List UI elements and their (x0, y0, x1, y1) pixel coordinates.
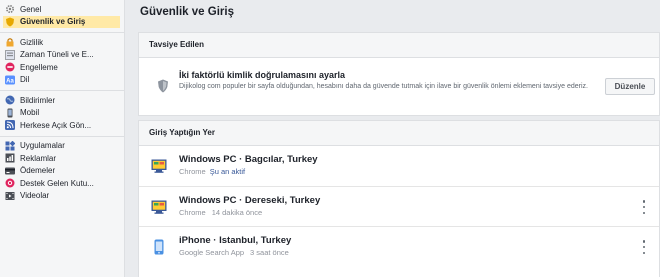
sidebar-item-label: Uygulamalar (20, 141, 65, 151)
sidebar-item-label: Dil (20, 75, 30, 85)
sidebar-item-privacy[interactable]: Gizlilik (0, 36, 124, 49)
main-content: Güvenlik ve Giriş Tavsiye Edilen İki fak… (138, 0, 660, 277)
session-device-location: Windows PC · Bagcılar, Turkey (179, 154, 318, 165)
session-active-status: Şu an aktif (209, 167, 246, 176)
sidebar-item-label: Genel (20, 4, 42, 14)
sidebar-item-general[interactable]: Genel (0, 3, 124, 16)
session-details: Chrome 14 dakika önce (179, 208, 262, 217)
session-time: 14 dakika önce (211, 208, 263, 217)
shield-icon (157, 79, 169, 93)
logins-card: Giriş Yaptığın Yer Windows PC · Bagcılar… (138, 120, 660, 277)
svg-text:Aa: Aa (6, 78, 14, 84)
logins-header: Giriş Yaptığın Yer (139, 121, 659, 146)
sidebar-item-payments[interactable]: Ödemeler (0, 165, 124, 178)
lock-icon (5, 37, 15, 47)
page-title: Güvenlik ve Giriş (140, 6, 234, 18)
sidebar-item-mobile[interactable]: Mobil (0, 107, 124, 120)
session-row[interactable]: Windows PC · Dereseki, Turkey Chrome 14 d… (139, 186, 659, 226)
edit-button[interactable]: Düzenle (605, 78, 655, 95)
sidebar-item-blocking[interactable]: Engelleme (0, 61, 124, 74)
sidebar-item-language[interactable]: Aa Dil (0, 74, 124, 87)
sidebar-item-label: Zaman Tüneli ve E... (20, 50, 94, 60)
desktop-icon (151, 199, 167, 215)
sidebar-item-label: Ödemeler (20, 166, 56, 176)
session-device-location: iPhone · Istanbul, Turkey (179, 235, 292, 246)
payments-icon (5, 166, 15, 176)
sidebar-item-label: Mobil (20, 108, 40, 118)
shield-icon (5, 17, 15, 27)
session-details: Chrome Şu an aktif (179, 167, 245, 176)
mobile-icon (5, 108, 15, 118)
gear-icon (5, 4, 15, 14)
sidebar-item-label: Destek Gelen Kutu... (20, 178, 94, 188)
sidebar-item-public-posts[interactable]: Herkese Açık Gön... (0, 119, 124, 132)
sidebar-group-notifications: Bildirimler Mobil Herkese Açık Gön... (0, 91, 124, 137)
two-factor-row: İki faktörlü kimlik doğrulamasını ayarla… (139, 58, 659, 116)
sidebar-item-label: Bildirimler (20, 95, 56, 105)
sidebar-group-privacy: Gizlilik Zaman Tüneli ve E... Engelleme … (0, 33, 124, 91)
sidebar-group-account: Genel Güvenlik ve Giriş (0, 0, 124, 33)
sidebar-item-support-inbox[interactable]: Destek Gelen Kutu... (0, 177, 124, 190)
timeline-icon (5, 49, 15, 60)
more-options-icon[interactable] (641, 240, 647, 254)
sidebar-item-label: Engelleme (20, 62, 58, 72)
session-app: Google Search App (179, 248, 245, 257)
sidebar-item-apps[interactable]: Uygulamalar (0, 140, 124, 153)
settings-sidebar: Genel Güvenlik ve Giriş Gizlilik Zaman T… (0, 0, 125, 277)
sidebar-group-apps: Uygulamalar Reklamlar Ödemeler Destek Ge… (0, 137, 124, 207)
recommended-card: Tavsiye Edilen İki faktörlü kimlik doğru… (138, 32, 660, 116)
globe-icon (5, 95, 15, 105)
two-factor-description: Dijikolog com populer bir sayfa olduğund… (179, 83, 588, 90)
ads-icon (5, 153, 15, 163)
session-app: Chrome (179, 208, 206, 217)
sidebar-item-label: Reklamlar (20, 153, 57, 163)
sidebar-item-label: Herkese Açık Gön... (20, 120, 92, 130)
sidebar-item-notifications[interactable]: Bildirimler (0, 94, 124, 107)
session-app: Chrome (179, 167, 206, 176)
sidebar-item-label: Gizlilik (20, 37, 44, 47)
two-factor-title: İki faktörlü kimlik doğrulamasını ayarla (179, 70, 346, 80)
session-time: 3 saat önce (250, 248, 289, 257)
apps-icon (5, 140, 15, 151)
session-row[interactable]: iPhone · Istanbul, Turkey Google Search … (139, 226, 659, 266)
sidebar-item-ads[interactable]: Reklamlar (0, 152, 124, 165)
support-inbox-icon (5, 178, 15, 188)
phone-icon (151, 239, 167, 255)
session-device-location: Windows PC · Dereseki, Turkey (179, 195, 321, 206)
sidebar-item-videos[interactable]: Videolar (0, 190, 124, 203)
sidebar-item-timeline[interactable]: Zaman Tüneli ve E... (0, 49, 124, 62)
sidebar-item-security[interactable]: Güvenlik ve Giriş (3, 15, 120, 28)
sidebar-item-label: Videolar (20, 191, 50, 201)
sidebar-item-label: Güvenlik ve Giriş (20, 17, 86, 27)
rss-icon (5, 120, 15, 131)
video-icon (5, 191, 15, 201)
recommended-header: Tavsiye Edilen (139, 33, 659, 58)
block-icon (5, 62, 15, 72)
language-icon: Aa (5, 75, 15, 85)
session-row[interactable]: Windows PC · Bagcılar, Turkey Chrome Şu a… (139, 146, 659, 186)
more-options-icon[interactable] (641, 200, 647, 214)
session-details: Google Search App 3 saat önce (179, 248, 289, 257)
desktop-icon (151, 158, 167, 174)
